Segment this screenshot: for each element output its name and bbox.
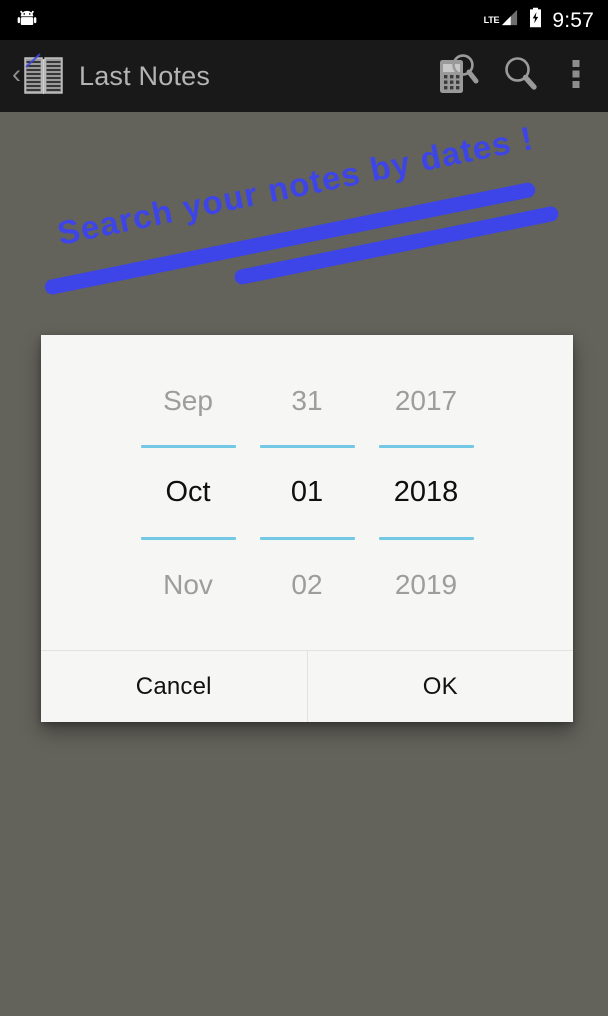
day-previous-value[interactable]: 31 [291,356,322,445]
month-next-value[interactable]: Nov [163,540,213,629]
page-title: Last Notes [79,60,211,91]
year-selected-value[interactable]: 2018 [394,448,459,537]
android-robot-icon [16,7,38,34]
notebook-icon [23,53,65,99]
phone-screen: LTE 9:57 ‹ Last Notes Search your notes … [0,0,608,1016]
three-dots-vertical-icon [571,55,581,98]
month-picker-column[interactable]: Sep Oct Nov [129,356,248,629]
status-bar-indicators: LTE 9:57 [484,7,594,33]
signal-indicator: LTE [484,8,520,32]
month-selected-value[interactable]: Oct [165,448,210,537]
day-next-value[interactable]: 02 [291,540,322,629]
status-bar-clock: 9:57 [552,8,594,32]
date-picker-wheels: Sep Oct Nov 31 01 02 2017 2018 2019 [41,335,573,650]
year-previous-value[interactable]: 2017 [395,356,457,445]
signal-bars-icon [500,8,519,32]
network-type-label: LTE [483,15,500,25]
status-bar: LTE 9:57 [0,0,608,40]
dialog-button-bar: Cancel OK [41,651,573,722]
back-chevron-icon[interactable]: ‹ [6,61,23,91]
ok-button[interactable]: OK [307,651,573,722]
date-picker-dialog: Sep Oct Nov 31 01 02 2017 2018 2019 Canc… [41,335,573,722]
cancel-button[interactable]: Cancel [41,651,307,722]
hero-artwork: Search your notes by dates ! [13,78,596,375]
day-picker-column[interactable]: 31 01 02 [248,356,367,629]
month-previous-value[interactable]: Sep [163,356,213,445]
year-next-value[interactable]: 2019 [395,540,457,629]
calendar-search-icon [438,52,480,101]
battery-charging-icon [528,7,543,33]
status-bar-notifications [16,7,38,34]
day-selected-value[interactable]: 01 [291,448,323,537]
year-picker-column[interactable]: 2017 2018 2019 [367,356,486,629]
